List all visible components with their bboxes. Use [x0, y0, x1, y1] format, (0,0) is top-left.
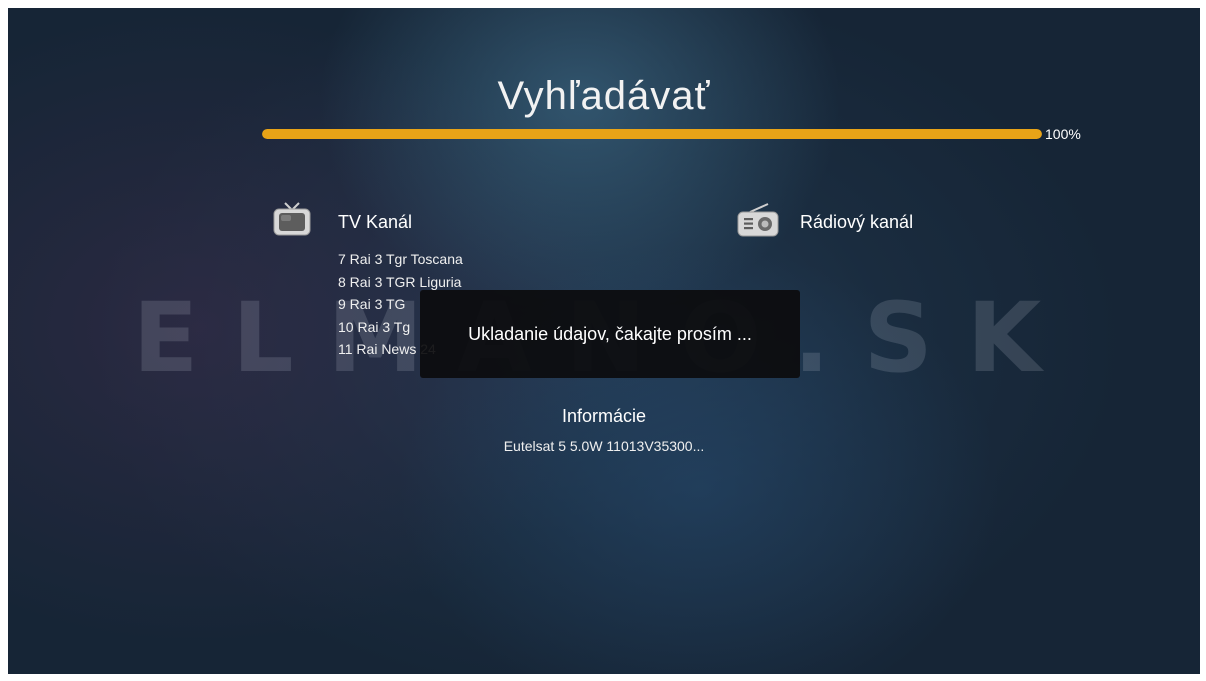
info-transponder: Eutelsat 5 5.0W 11013V35300...: [503, 438, 705, 454]
scan-progress-bar: [262, 129, 1042, 139]
tv-icon: [273, 202, 311, 236]
saving-dialog: Ukladanie údajov, čakajte prosím ...: [420, 290, 800, 378]
radio-channel-heading: Rádiový kanál: [800, 212, 914, 232]
saving-dialog-message: Ukladanie údajov, čakajte prosím ...: [468, 323, 752, 344]
info-label: Informácie: [561, 406, 647, 426]
list-item: 7 Rai 3 Tgr Toscana: [338, 251, 463, 267]
scan-progress-percent: 100%: [1045, 126, 1081, 142]
radio-icon: [737, 203, 779, 237]
scan-progress-fill: [262, 129, 1042, 139]
scan-screen: ELMANO.SK Vyhľadávať 100% TV Kanál 7 Rai…: [8, 8, 1200, 674]
tv-channel-heading: TV Kanál: [338, 212, 413, 232]
page-title: Vyhľadávať: [497, 74, 711, 118]
